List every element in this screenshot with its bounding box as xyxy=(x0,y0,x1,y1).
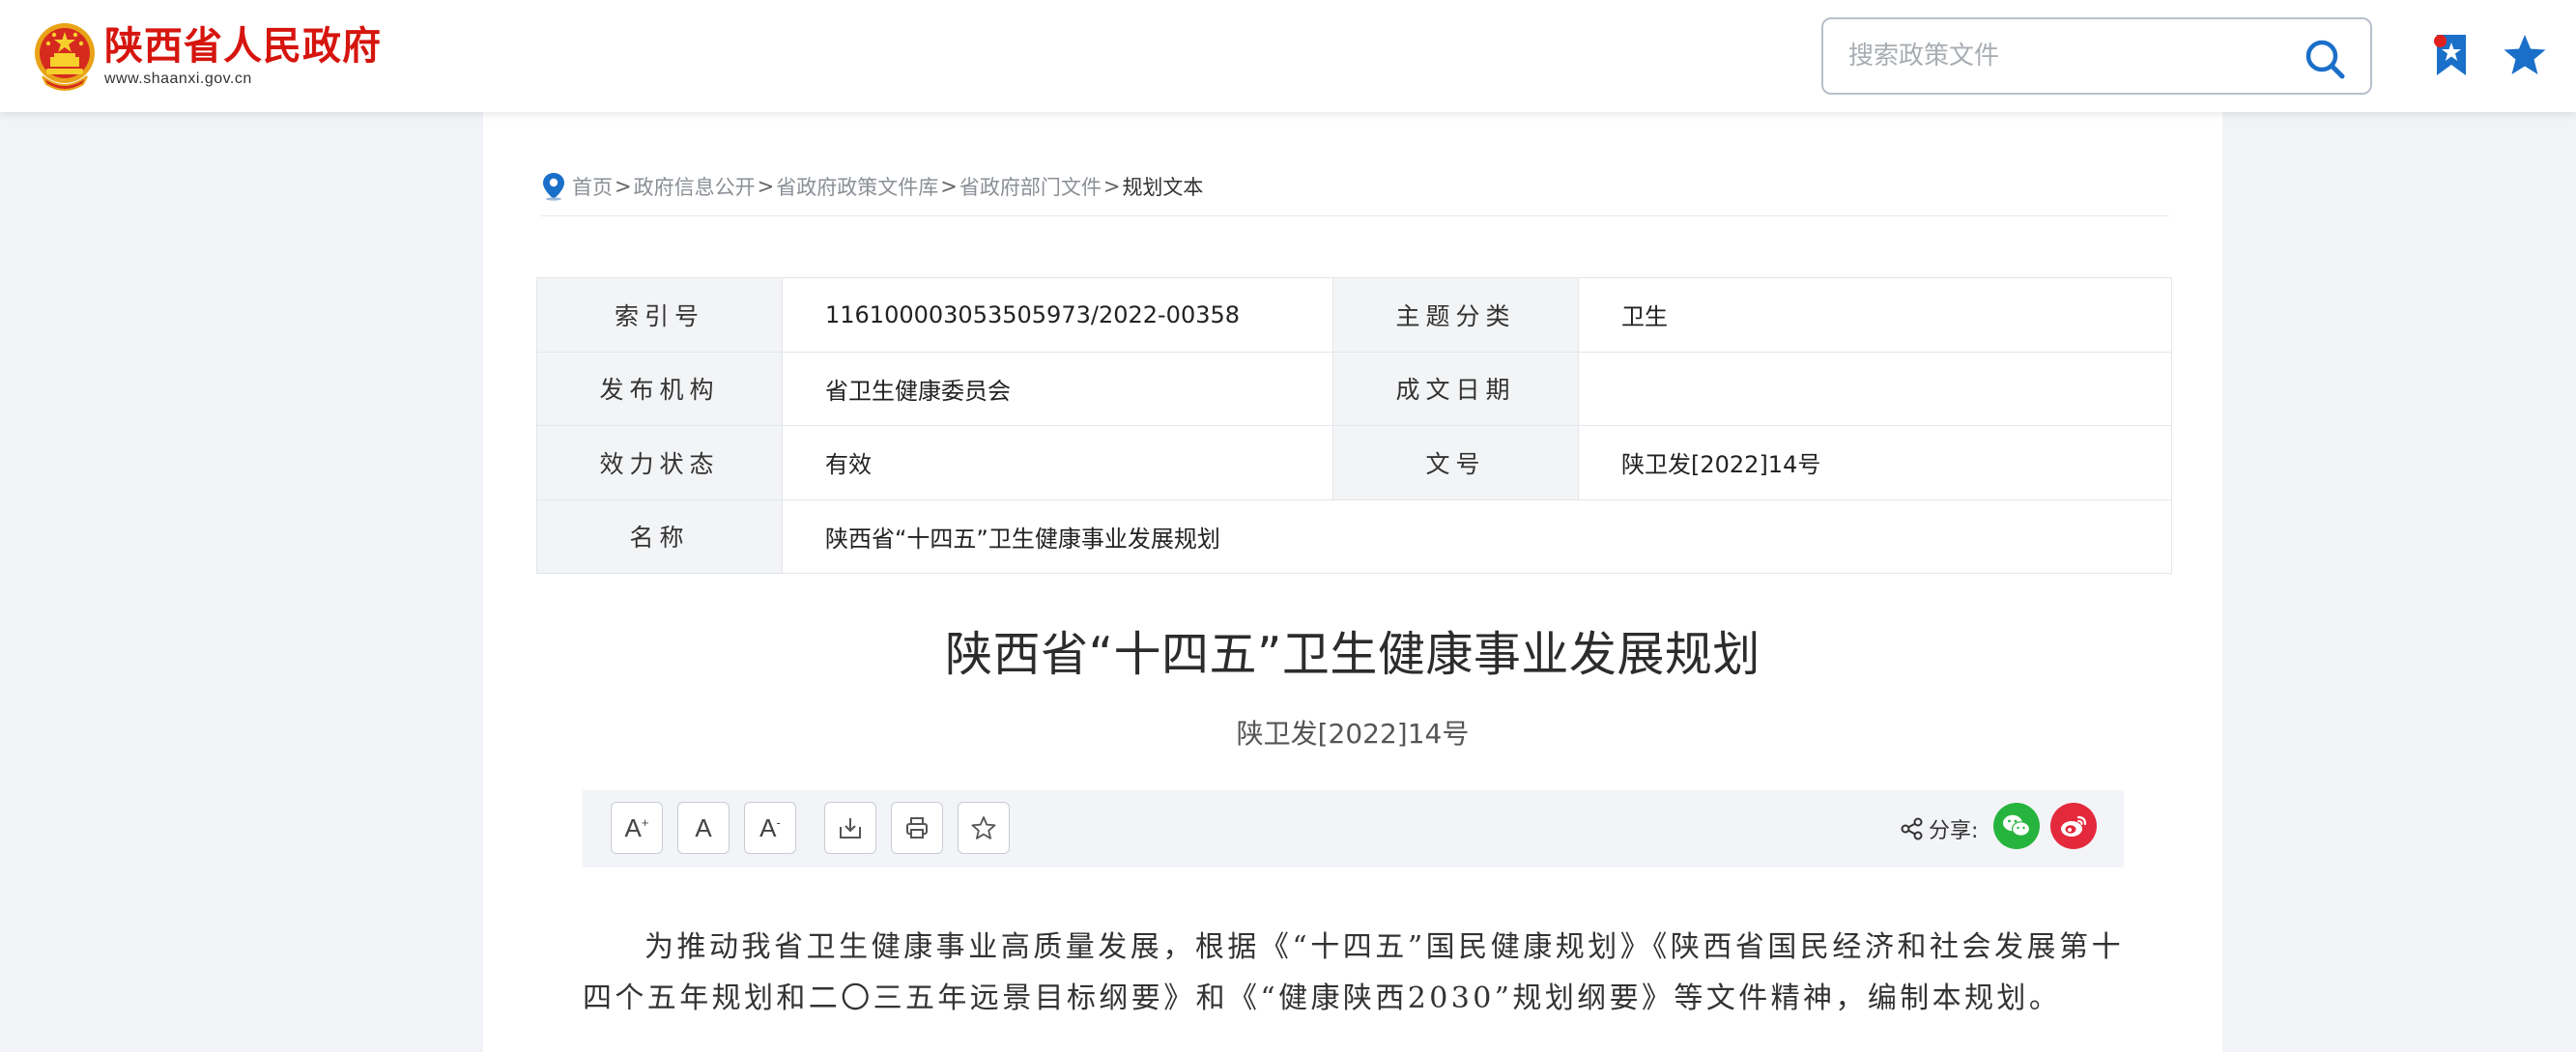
table-row: 名称 陕西省“十四五”卫生健康事业发展规划 xyxy=(536,498,2172,574)
status-value: 有效 xyxy=(782,425,1333,500)
table-row: 索引号 116100003053505973/2022-00358 主题分类 卫… xyxy=(536,277,2172,353)
share-wechat-button[interactable] xyxy=(1993,803,2040,849)
font-smaller-label: A xyxy=(759,812,777,842)
breadcrumb-separator: > xyxy=(1102,174,1121,198)
print-button[interactable] xyxy=(891,802,943,854)
search-icon[interactable] xyxy=(2304,39,2345,79)
national-emblem-icon xyxy=(35,23,95,91)
wechat-icon xyxy=(2003,814,2031,837)
star-icon[interactable] xyxy=(2503,33,2547,77)
breadcrumb-separator: > xyxy=(940,174,958,198)
download-icon xyxy=(840,818,861,839)
content-card: 首页 > 政府信息公开 > 省政府政策文件库 > 省政府部门文件 > 规划文本 … xyxy=(483,112,2222,1052)
weibo-icon xyxy=(2061,815,2087,837)
index-value: 116100003053505973/2022-00358 xyxy=(782,277,1333,353)
share-icon xyxy=(1901,817,1923,840)
document-info-table: 索引号 116100003053505973/2022-00358 主题分类 卫… xyxy=(536,277,2172,574)
docno-value: 陕卫发[2022]14号 xyxy=(1578,425,2172,500)
name-value: 陕西省“十四五”卫生健康事业发展规划 xyxy=(782,498,2172,574)
site-title: 陕西省人民政府 xyxy=(104,24,382,69)
date-value xyxy=(1578,351,2172,426)
site-logo[interactable]: 陕西省人民政府 www.shaanxi.gov.cn xyxy=(33,19,382,93)
breadcrumb-department-docs[interactable]: 省政府部门文件 xyxy=(959,172,1102,201)
share-label: 分享: xyxy=(1929,819,1979,843)
status-label: 效力状态 xyxy=(536,425,783,500)
font-normal-button[interactable]: A xyxy=(677,802,730,854)
location-pin-icon xyxy=(543,172,564,201)
publisher-label: 发布机构 xyxy=(536,351,783,426)
reading-toolbar: A + A A- 分享: xyxy=(583,790,2124,867)
index-label: 索引号 xyxy=(536,277,783,353)
document-number: 陕卫发[2022]14号 xyxy=(1236,718,1470,750)
publisher-value: 省卫生健康委员会 xyxy=(782,351,1333,426)
topic-value: 卫生 xyxy=(1578,277,2172,353)
topic-label: 主题分类 xyxy=(1332,277,1579,353)
font-normal-label: A xyxy=(695,812,712,842)
font-smaller-sup: - xyxy=(776,814,781,830)
table-row: 发布机构 省卫生健康委员会 成文日期 xyxy=(536,351,2172,426)
notification-dot xyxy=(2434,35,2447,47)
breadcrumb-gov-info[interactable]: 政府信息公开 xyxy=(634,172,756,201)
breadcrumb-separator: > xyxy=(615,174,632,198)
font-larger-button[interactable]: A + xyxy=(611,802,663,854)
breadcrumb-separator: > xyxy=(757,174,775,198)
docno-label: 文号 xyxy=(1332,425,1579,500)
name-label: 名称 xyxy=(536,498,783,574)
font-larger-label: A xyxy=(624,812,642,842)
font-larger-sup: + xyxy=(641,814,649,830)
download-button[interactable] xyxy=(824,802,876,854)
share-label-group: 分享: xyxy=(1900,810,1978,848)
breadcrumb-current: 规划文本 xyxy=(1122,175,1204,199)
table-row: 效力状态 有效 文号 陕卫发[2022]14号 xyxy=(536,425,2172,500)
favorite-button[interactable] xyxy=(958,802,1010,854)
site-header: 陕西省人民政府 www.shaanxi.gov.cn xyxy=(0,0,2576,112)
search-input[interactable] xyxy=(1848,37,2274,75)
print-icon xyxy=(906,817,928,839)
font-smaller-button[interactable]: A- xyxy=(744,802,796,854)
breadcrumb-home[interactable]: 首页 xyxy=(572,172,613,201)
star-outline-icon xyxy=(971,816,996,839)
document-paragraph: 为推动我省卫生健康事业高质量发展，根据《“十四五”国民健康规划》《陕西省国民经济… xyxy=(583,930,2124,1015)
search-box xyxy=(1821,17,2372,95)
breadcrumb-policy-library[interactable]: 省政府政策文件库 xyxy=(776,172,938,201)
breadcrumb: 首页 > 政府信息公开 > 省政府政策文件库 > 省政府部门文件 > 规划文本 xyxy=(541,170,2169,216)
share-weibo-button[interactable] xyxy=(2050,803,2097,849)
document-title: 陕西省“十四五”卫生健康事业发展规划 xyxy=(945,627,1760,682)
date-label: 成文日期 xyxy=(1332,351,1579,426)
site-url: www.shaanxi.gov.cn xyxy=(104,71,252,87)
